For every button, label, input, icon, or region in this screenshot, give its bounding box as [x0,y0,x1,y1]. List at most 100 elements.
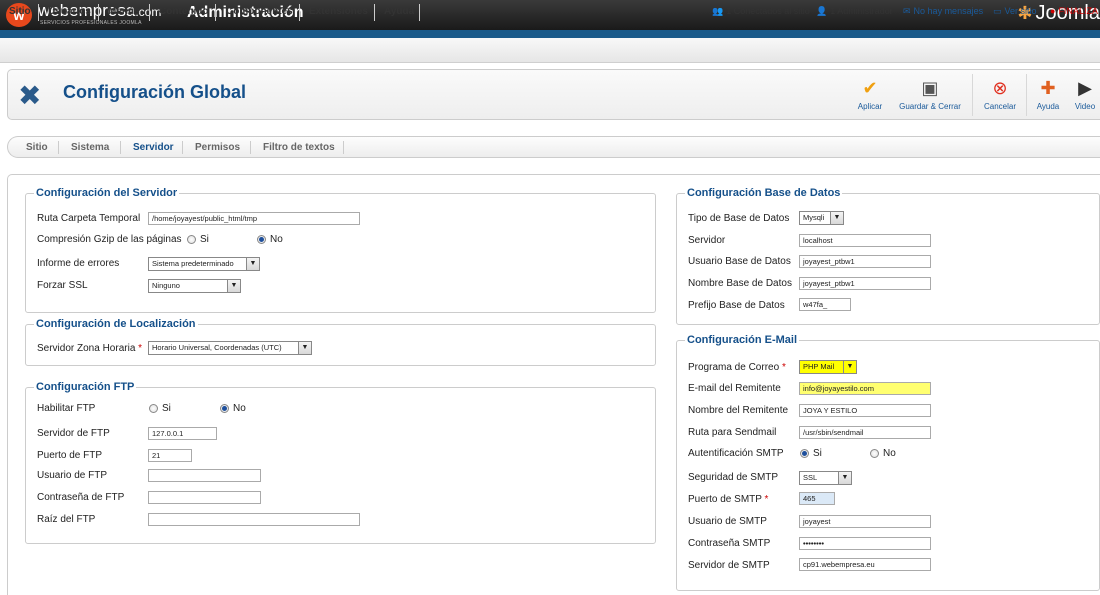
menu-ayuda[interactable]: Ayuda [384,6,414,17]
header-strip [0,30,1100,38]
power-icon: ● [1050,6,1056,16]
ftp-user-label: Usuario de FTP [37,470,108,481]
cancel-button[interactable]: ⊗ Cancelar [980,76,1020,111]
server-config-title: Configuración del Servidor [36,187,178,199]
mail-config-title: Configuración E-Mail [687,334,797,346]
db-name-input[interactable]: joyayest_ptbw1 [799,277,931,290]
mail-from-label: E-mail del Remitente [688,383,781,394]
gzip-label: Compresión Gzip de las páginas [37,234,182,245]
menu-usuarios[interactable]: Usuarios [48,6,91,17]
smtp-auth-yes-label: Si [813,448,822,459]
locale-config-title: Configuración de Localización [36,318,196,330]
force-ssl-label: Forzar SSL [37,280,88,291]
smtp-user-input[interactable]: joyayest [799,515,931,528]
menu-componentes[interactable]: Componentes [226,6,293,17]
cancel-icon: ⊗ [992,78,1008,98]
tab-sitio[interactable]: Sitio [26,142,48,153]
video-icon: ▶ [1078,78,1092,98]
chevron-down-icon: ▼ [246,258,259,270]
smtp-auth-yes-radio[interactable] [800,449,809,458]
logout-link[interactable]: ● FINALIZA [1050,6,1098,16]
ftp-port-input[interactable]: 21 [148,449,192,462]
menu-contenido[interactable]: Contenido [159,6,208,17]
timezone-select[interactable]: Horario Universal, Coordenadas (UTC) ▼ [148,341,312,355]
video-button[interactable]: ▶ Video [1070,76,1100,111]
tab-sistema[interactable]: Sistema [71,142,109,153]
ftp-pass-input[interactable] [148,491,261,504]
chevron-down-icon: ▼ [843,361,856,373]
error-report-select[interactable]: Sistema predeterminado ▼ [148,257,260,271]
smtp-secure-select[interactable]: SSL ▼ [799,471,852,485]
ftp-enable-label: Habilitar FTP [37,403,96,414]
db-host-label: Servidor [688,235,726,246]
db-config-title: Configuración Base de Datos [687,187,841,199]
ftp-enable-no-label: No [233,403,246,414]
smtp-pass-input[interactable]: •••••••• [799,537,931,550]
db-prefix-input[interactable]: w47fa_ [799,298,851,311]
lifebuoy-icon: ✚ [1040,78,1056,98]
gzip-yes-radio[interactable] [187,235,196,244]
db-name-label: Nombre Base de Datos [688,278,792,289]
smtp-host-input[interactable]: cp91.webempresa.eu [799,558,931,571]
mailer-select[interactable]: PHP Mail ▼ [799,360,857,374]
ftp-enable-no-radio[interactable] [220,404,229,413]
menu-sitio[interactable]: Sitio [9,6,31,17]
timezone-label: Servidor Zona Horaria * [37,343,143,354]
ftp-user-input[interactable] [148,469,261,482]
mail-from-input[interactable]: info@joyayestilo.com [799,382,931,395]
gzip-no-label: No [270,234,283,245]
ftp-port-label: Puerto de FTP [37,450,103,461]
smtp-secure-label: Seguridad de SMTP [688,472,779,483]
status-messages[interactable]: ✉ No hay mensajes [903,6,983,17]
ftp-config-title: Configuración FTP [36,381,135,393]
menu-extensiones[interactable]: Extensiones [309,6,368,17]
smtp-auth-no-radio[interactable] [870,449,879,458]
ftp-root-input[interactable] [148,513,360,526]
db-host-input[interactable]: localhost [799,234,931,247]
db-prefix-label: Prefijo Base de Datos [688,300,785,311]
sendmail-path-input[interactable]: /usr/sbin/sendmail [799,426,931,439]
check-icon: ✔ [862,78,878,98]
gzip-yes-label: Si [200,234,209,245]
page-title: Configuración Global [63,82,246,102]
ftp-root-label: Raíz del FTP [37,514,96,525]
from-name-input[interactable]: JOYA Y ESTILO [799,404,931,417]
gzip-no-radio[interactable] [257,235,266,244]
menu-menus[interactable]: Menús [108,6,140,17]
status-connected: 👥 1 Conectados al sitio [712,6,810,16]
db-type-label: Tipo de Base de Datos [688,213,790,224]
user-icon: 👤 [816,6,828,16]
tmp-path-label: Ruta Carpeta Temporal [37,213,141,224]
tools-icon: ✖ [18,80,42,111]
ftp-server-input[interactable]: 127.0.0.1 [148,427,217,440]
smtp-auth-label: Autentificación SMTP [688,448,784,459]
tab-filtro-textos[interactable]: Filtro de textos [263,142,335,153]
users-icon: 👥 [712,6,724,16]
sendmail-path-label: Ruta para Sendmail [688,427,777,438]
view-site-link[interactable]: ▭ Ver sitio [993,6,1037,17]
db-type-select[interactable]: Mysqli ▼ [799,211,844,225]
tmp-path-input[interactable]: /home/joyayest/public_html/tmp [148,212,360,225]
smtp-port-input[interactable]: 465 [799,492,835,505]
chevron-down-icon: ▼ [227,280,240,292]
help-button[interactable]: ✚ Ayuda [1033,76,1063,111]
tab-servidor[interactable]: Servidor [133,142,174,153]
save-icon: ▣ [921,78,939,98]
smtp-port-label: Puerto de SMTP * [688,494,769,505]
main-menubar [0,38,1100,63]
db-user-input[interactable]: joyayest_ptbw1 [799,255,931,268]
ftp-enable-yes-radio[interactable] [149,404,158,413]
error-report-label: Informe de errores [37,258,120,269]
force-ssl-select[interactable]: Ninguno ▼ [148,279,241,293]
from-name-label: Nombre del Remitente [688,405,789,416]
server-config-group: Configuración del Servidor [25,187,656,313]
ftp-enable-yes-label: Si [162,403,171,414]
chevron-down-icon: ▼ [298,342,311,354]
mailer-label: Programa de Correo * [688,362,786,373]
save-close-button[interactable]: ▣ Guardar & Cerrar [893,76,967,111]
apply-button[interactable]: ✔ Aplicar [855,76,885,111]
chevron-down-icon: ▼ [830,212,843,224]
db-user-label: Usuario Base de Datos [688,256,791,267]
tab-permisos[interactable]: Permisos [195,142,240,153]
smtp-user-label: Usuario de SMTP [688,516,767,527]
